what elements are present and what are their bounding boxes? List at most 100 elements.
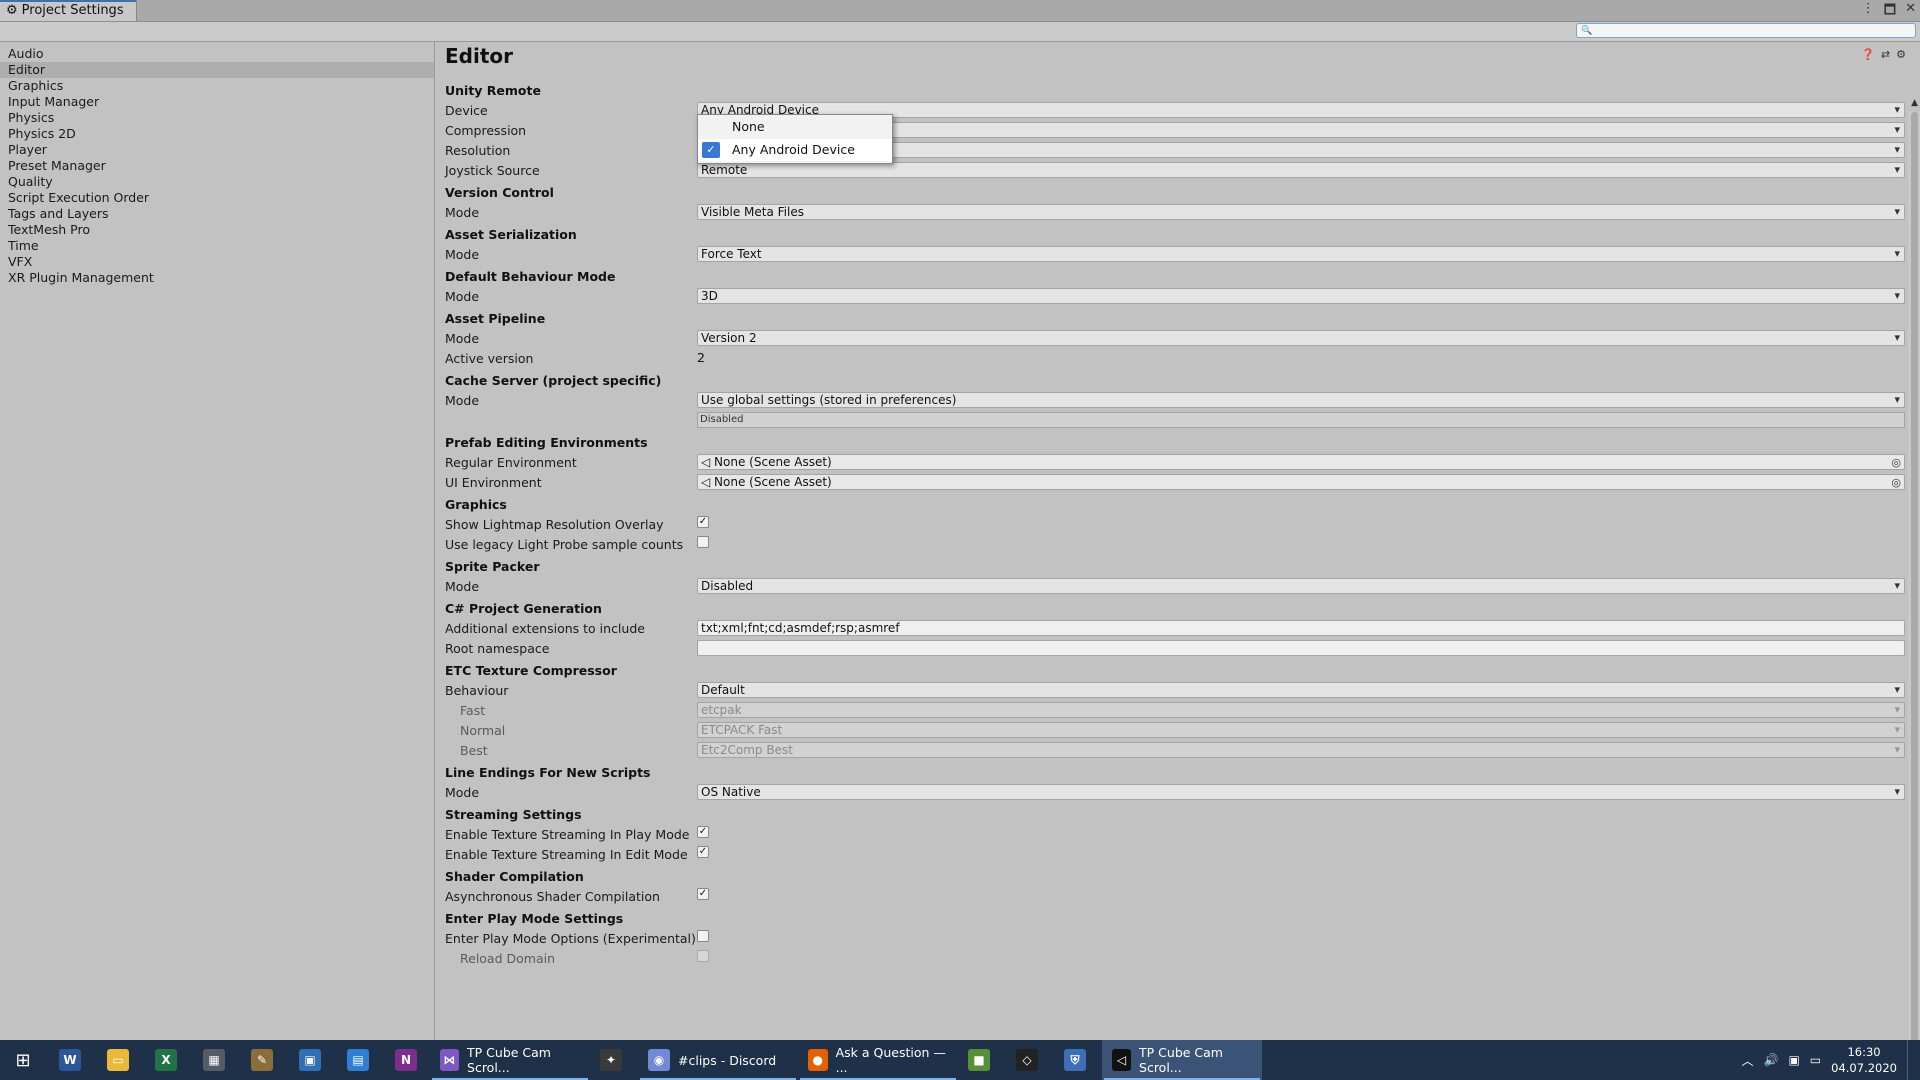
sidebar-item-physics[interactable]: Physics: [0, 110, 434, 126]
maximize-icon[interactable]: 🗖: [1884, 1, 1896, 23]
regular-env-field[interactable]: ◁ None (Scene Asset) ◎: [697, 454, 1905, 470]
unity-hub-icon: ◇: [1016, 1049, 1038, 1071]
display-icon[interactable]: ▭: [1810, 1053, 1821, 1067]
scroll-up-icon[interactable]: ▲: [1911, 98, 1918, 108]
minecraft-icon: ■: [968, 1049, 990, 1071]
file-explorer-taskbar-button[interactable]: ▭: [94, 1040, 142, 1080]
game-taskbar-app[interactable]: ✦: [590, 1040, 638, 1080]
show-desktop-button[interactable]: [1907, 1040, 1912, 1080]
serialization-mode-dropdown[interactable]: Force Text: [697, 246, 1905, 262]
sidebar-item-player[interactable]: Player: [0, 142, 434, 158]
root-namespace-field[interactable]: [697, 640, 1905, 656]
chevron-up-icon[interactable]: ︿: [1741, 1052, 1753, 1069]
row-behaviour-mode: Mode 3D: [445, 286, 1905, 306]
row-streaming-play: Enable Texture Streaming In Play Mode ✓: [445, 824, 1905, 844]
onenote-taskbar-button[interactable]: N: [382, 1040, 430, 1080]
play-mode-options-checkbox[interactable]: [697, 930, 709, 942]
sidebar-item-vfx[interactable]: VFX: [0, 254, 434, 270]
remote-desktop-taskbar-button[interactable]: ▣: [286, 1040, 334, 1080]
help-icon[interactable]: ❓: [1861, 48, 1875, 61]
etc-best-label: Best: [460, 742, 488, 758]
root-namespace-label: Root namespace: [445, 640, 550, 656]
excel-taskbar-button[interactable]: X: [142, 1040, 190, 1080]
preset-icon[interactable]: ⇄: [1881, 48, 1890, 61]
search-input[interactable]: 🔍: [1576, 23, 1916, 38]
vertical-scrollbar[interactable]: ▲ ▼: [1908, 98, 1920, 1040]
discord-taskbar-app[interactable]: ◉ #clips - Discord: [638, 1040, 798, 1080]
calculator-icon: ▦: [203, 1049, 225, 1071]
row-resolution: Resolution: [445, 140, 1905, 160]
discord-icon: ◉: [648, 1049, 670, 1071]
calendar-taskbar-button[interactable]: ▤: [334, 1040, 382, 1080]
section-graphics: Graphics: [445, 497, 507, 512]
sidebar-item-script-execution-order[interactable]: Script Execution Order: [0, 190, 434, 206]
section-csharp: C# Project Generation: [445, 601, 602, 616]
section-asset-serialization: Asset Serialization: [445, 227, 577, 242]
streaming-edit-checkbox[interactable]: ✓: [697, 846, 709, 858]
line-endings-mode-dropdown[interactable]: OS Native: [697, 784, 1905, 800]
unity-taskbar-app[interactable]: ◁ TP Cube Cam Scrol...: [1102, 1040, 1262, 1080]
legacy-probe-checkbox[interactable]: [697, 536, 709, 548]
etc-best-dropdown: Etc2Comp Best: [697, 742, 1905, 758]
word-icon: W: [59, 1049, 81, 1071]
settings-gear-icon[interactable]: ⚙: [1896, 48, 1906, 61]
visual-studio-taskbar-app[interactable]: ⋈ TP Cube Cam Scrol...: [430, 1040, 590, 1080]
async-shader-checkbox[interactable]: ✓: [697, 888, 709, 900]
network-icon[interactable]: ▣: [1788, 1053, 1799, 1067]
behaviour-mode-dropdown[interactable]: 3D: [697, 288, 1905, 304]
active-version-value: 2: [697, 350, 705, 365]
volume-icon[interactable]: 🔊: [1764, 1053, 1779, 1067]
shield-taskbar-app[interactable]: ⛨: [1054, 1040, 1102, 1080]
settings-sidebar: Audio Editor Graphics Input Manager Physics P…: [0, 42, 435, 1040]
firefox-taskbar-app[interactable]: ● Ask a Question — ...: [798, 1040, 958, 1080]
etc-behaviour-label: Behaviour: [445, 682, 509, 698]
vc-mode-dropdown[interactable]: Visible Meta Files: [697, 204, 1905, 220]
sidebar-item-tags-and-layers[interactable]: Tags and Layers: [0, 206, 434, 222]
joystick-source-dropdown[interactable]: Remote: [697, 162, 1905, 178]
minecraft-taskbar-app[interactable]: ■: [958, 1040, 1006, 1080]
sidebar-item-quality[interactable]: Quality: [0, 174, 434, 190]
unity-icon: ◁: [1112, 1049, 1132, 1071]
sidebar-item-audio[interactable]: Audio: [0, 46, 434, 62]
sidebar-item-editor[interactable]: Editor: [0, 62, 434, 78]
scene-asset-icon: ◁: [701, 475, 715, 489]
sidebar-item-textmesh-pro[interactable]: TextMesh Pro: [0, 222, 434, 238]
joystick-source-label: Joystick Source: [445, 162, 540, 178]
etc-normal-label: Normal: [460, 722, 506, 738]
sidebar-item-preset-manager[interactable]: Preset Manager: [0, 158, 434, 174]
scrollbar-thumb[interactable]: [1911, 112, 1918, 1040]
sidebar-item-input-manager[interactable]: Input Manager: [0, 94, 434, 110]
unity-hub-taskbar-app[interactable]: ◇: [1006, 1040, 1054, 1080]
device-option-none[interactable]: None: [698, 116, 892, 138]
close-icon[interactable]: ✕: [1905, 1, 1916, 23]
reload-domain-label: Reload Domain: [460, 950, 556, 966]
header-icons: ❓ ⇄ ⚙: [1861, 48, 1906, 61]
cache-mode-dropdown[interactable]: Use global settings (stored in preferenc…: [697, 392, 1905, 408]
etc-behaviour-dropdown[interactable]: Default: [697, 682, 1905, 698]
project-settings-tab[interactable]: ⚙ Project Settings: [0, 0, 137, 21]
sidebar-item-physics-2d[interactable]: Physics 2D: [0, 126, 434, 142]
device-option-any-android[interactable]: ✓ Any Android Device: [698, 139, 892, 161]
pipeline-mode-dropdown[interactable]: Version 2: [697, 330, 1905, 346]
section-prefab: Prefab Editing Environments: [445, 435, 648, 450]
clock[interactable]: 16:30 04.07.2020: [1831, 1044, 1897, 1076]
sprite-mode-dropdown[interactable]: Disabled: [697, 578, 1905, 594]
sidebar-item-graphics[interactable]: Graphics: [0, 78, 434, 94]
settings-rows: Unity Remote Device Any Android Device C…: [445, 78, 1905, 968]
window-controls: ⋮ 🗖 ✕: [1862, 1, 1916, 23]
start-button[interactable]: ⊞: [0, 1040, 46, 1080]
lightmap-overlay-checkbox[interactable]: ✓: [697, 516, 709, 528]
word-taskbar-button[interactable]: W: [46, 1040, 94, 1080]
extensions-field[interactable]: txt;xml;fnt;cd;asmdef;rsp;asmref: [697, 620, 1905, 636]
sidebar-item-xr-plugin-management[interactable]: XR Plugin Management: [0, 270, 434, 286]
object-picker-icon[interactable]: ◎: [1891, 456, 1901, 470]
object-picker-icon[interactable]: ◎: [1891, 476, 1901, 490]
row-reload-domain: Reload Domain: [445, 948, 1905, 968]
sidebar-item-time[interactable]: Time: [0, 238, 434, 254]
calculator-taskbar-button[interactable]: ▦: [190, 1040, 238, 1080]
page-title: Editor: [445, 44, 513, 68]
streaming-play-checkbox[interactable]: ✓: [697, 826, 709, 838]
more-menu-icon[interactable]: ⋮: [1862, 1, 1875, 23]
paint-taskbar-button[interactable]: ✎: [238, 1040, 286, 1080]
ui-env-field[interactable]: ◁ None (Scene Asset) ◎: [697, 474, 1905, 490]
